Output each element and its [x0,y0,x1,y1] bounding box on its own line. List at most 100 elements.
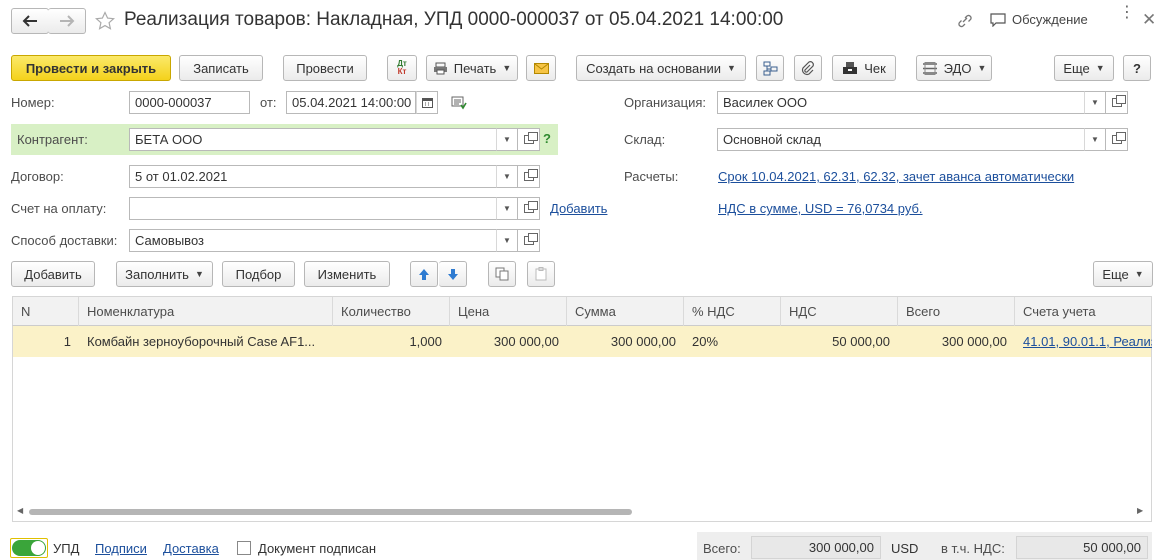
edo-button[interactable]: ЭДО ▼ [916,55,992,81]
calendar-button[interactable] [416,91,438,114]
number-field[interactable]: 0000-000037 [129,91,250,114]
select-label: Подбор [235,266,282,282]
column-header-accounts[interactable]: Счета учета [1015,297,1152,326]
close-icon[interactable]: ✕ [1142,10,1156,30]
warehouse-field[interactable]: Основной склад [717,128,1086,151]
contractor-field[interactable]: БЕТА ООО [129,128,498,151]
cell-vat-rate[interactable]: 20% [684,326,781,357]
invoice-dropdown-button[interactable]: ▼ [496,197,518,220]
cell-total[interactable]: 300 000,00 [898,326,1015,357]
calendar-icon [421,98,433,108]
receipt-button[interactable]: Чек [832,55,896,81]
arrow-right-icon [59,15,74,27]
edo-label: ЭДО [943,60,972,76]
print-button[interactable]: Печать ▼ [426,55,518,81]
contract-label: Договор: [11,169,64,184]
contractor-open-button[interactable] [518,128,540,151]
paperclip-icon [801,60,814,75]
email-button[interactable] [526,55,556,81]
paste-icon [535,267,547,281]
dt-kt-icon: Дт Кт [397,60,407,76]
delivery-method-field[interactable]: Самовывоз [129,229,498,252]
contractor-help-icon[interactable]: ? [543,131,551,146]
scroll-right-arrow[interactable]: ▶ [1137,506,1143,515]
upd-toggle[interactable] [10,538,48,558]
invoice-add-link[interactable]: Добавить [550,201,607,216]
open-form-icon [523,233,538,245]
organization-open-button[interactable] [1106,91,1128,114]
post-button[interactable]: Провести [283,55,367,81]
fill-button[interactable]: Заполнить ▼ [116,261,213,287]
more-button[interactable]: Еще ▼ [1054,55,1114,81]
cell-price[interactable]: 300 000,00 [450,326,567,357]
structure-button[interactable] [756,55,784,81]
more-menu-icon[interactable]: ⋮ [1119,5,1135,21]
post-and-close-button[interactable]: Провести и закрыть [11,55,171,81]
horizontal-scrollbar[interactable]: ◀ ▶ [13,506,1151,518]
signatures-link[interactable]: Подписи [95,541,147,556]
select-button[interactable]: Подбор [222,261,295,287]
paste-row-button[interactable] [527,261,555,287]
cell-vat[interactable]: 50 000,00 [781,326,898,357]
contract-field[interactable]: 5 от 01.02.2021 [129,165,498,188]
document-signed-checkbox[interactable] [237,541,251,555]
chevron-down-icon: ▼ [503,172,511,181]
discussion-button[interactable]: Обсуждение [990,12,1088,27]
change-label: Изменить [317,266,377,282]
chat-icon [990,12,1006,27]
help-button[interactable]: ? [1123,55,1151,81]
invoice-field[interactable] [129,197,498,220]
move-up-button[interactable] [410,261,438,287]
vat-link[interactable]: НДС в сумме, USD = 76,0734 руб. [718,201,923,216]
delivery-method-dropdown-button[interactable]: ▼ [496,229,518,252]
table-row[interactable]: 1 Комбайн зерноуборочный Case AF1... 1,0… [12,326,1152,357]
dt-kt-button[interactable]: Дт Кт [387,55,417,81]
organization-dropdown-button[interactable]: ▼ [1084,91,1106,114]
column-header-vat[interactable]: НДС [781,297,898,326]
contractor-dropdown-button[interactable]: ▼ [496,128,518,151]
column-header-sum[interactable]: Сумма [567,297,684,326]
chevron-down-icon: ▼ [503,135,511,144]
column-header-quantity[interactable]: Количество [333,297,450,326]
discussion-label: Обсуждение [1012,12,1088,27]
open-form-icon [1111,132,1126,144]
contract-open-button[interactable] [518,165,540,188]
scrollbar-thumb[interactable] [29,509,632,515]
cell-quantity[interactable]: 1,000 [333,326,450,357]
invoice-open-button[interactable] [518,197,540,220]
cell-nomenclature[interactable]: Комбайн зерноуборочный Case AF1... [79,326,333,357]
move-down-button[interactable] [439,261,467,287]
column-header-vat-rate[interactable]: % НДС [684,297,781,326]
copy-row-button[interactable] [488,261,516,287]
table-more-button[interactable]: Еще ▼ [1093,261,1153,287]
column-header-nomenclature[interactable]: Номенклатура [79,297,333,326]
column-header-total[interactable]: Всего [898,297,1015,326]
forward-button[interactable] [48,8,86,34]
link-icon[interactable] [956,13,974,29]
back-button[interactable] [11,8,49,34]
delivery-link[interactable]: Доставка [163,541,219,556]
date-field[interactable]: 05.04.2021 14:00:00 [286,91,416,114]
arrow-up-icon [419,268,429,280]
vat-included-label: в т.ч. НДС: [941,541,1005,556]
delivery-method-open-button[interactable] [518,229,540,252]
column-header-n[interactable]: N [13,297,79,326]
cell-sum[interactable]: 300 000,00 [567,326,684,357]
add-row-label: Добавить [24,266,82,282]
organization-field[interactable]: Василек ООО [717,91,1086,114]
cell-accounts-link[interactable]: 41.01, 90.01.1, Реализ [1015,326,1152,357]
warehouse-open-button[interactable] [1106,128,1128,151]
attach-button[interactable] [794,55,822,81]
scroll-left-arrow[interactable]: ◀ [17,506,23,515]
number-history-icon[interactable] [451,96,467,110]
contract-dropdown-button[interactable]: ▼ [496,165,518,188]
save-button[interactable]: Записать [179,55,263,81]
warehouse-dropdown-button[interactable]: ▼ [1084,128,1106,151]
column-header-price[interactable]: Цена [450,297,567,326]
create-based-on-button[interactable]: Создать на основании ▼ [576,55,746,81]
printer-icon [433,62,447,74]
star-icon[interactable] [95,11,115,31]
add-row-button[interactable]: Добавить [11,261,95,287]
change-button[interactable]: Изменить [304,261,390,287]
settlements-link[interactable]: Срок 10.04.2021, 62.31, 62.32, зачет ава… [718,169,1074,184]
